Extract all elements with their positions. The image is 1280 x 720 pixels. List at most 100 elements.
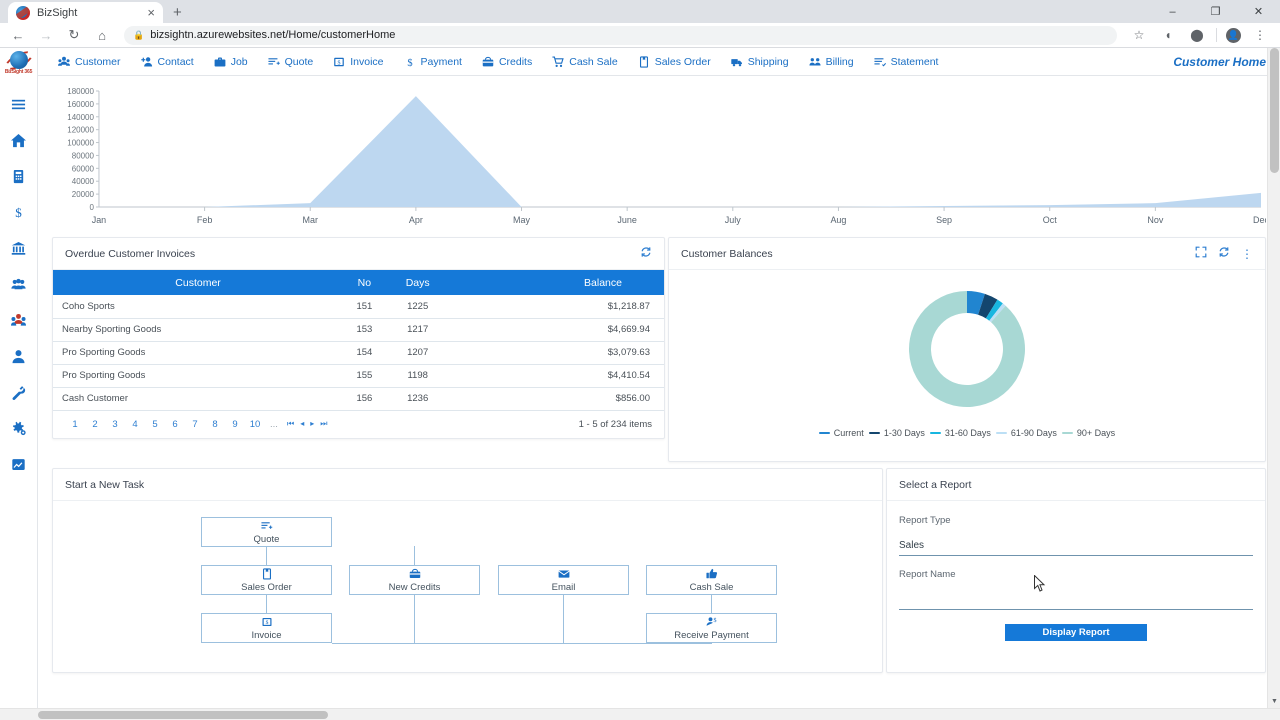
page-link[interactable]: 7 (185, 419, 205, 430)
tab-close-icon[interactable]: × (147, 6, 155, 19)
shield-icon[interactable]: ⬤ (1187, 25, 1207, 45)
refresh-icon[interactable] (640, 245, 652, 263)
page-link[interactable]: 2 (85, 419, 105, 430)
expand-icon[interactable] (1195, 245, 1207, 263)
new-tab-button[interactable]: + (173, 5, 182, 20)
nav-item-credits[interactable]: Credits (472, 56, 542, 68)
back-icon[interactable]: ← (8, 25, 28, 45)
table-row[interactable]: Coho Sports 151 1225 $1,218.87 (53, 295, 664, 319)
sidebar-item-banking[interactable] (0, 230, 38, 266)
chart-x-tick-label: Jan (92, 215, 106, 225)
sidebar-item-finance[interactable]: $ (0, 194, 38, 230)
sidebar-item-settings[interactable] (0, 410, 38, 446)
page-link[interactable]: 8 (205, 419, 225, 430)
browser-tab[interactable]: BizSight × (8, 2, 163, 23)
column-header-days[interactable]: Days (385, 270, 450, 295)
page-link[interactable]: 9 (225, 419, 245, 430)
task-node-invoice[interactable]: $ Invoice (201, 613, 332, 643)
sidebar-item-menu-toggle[interactable] (0, 86, 38, 122)
page-link[interactable]: 1 (65, 419, 85, 430)
sidebar-item-customers[interactable] (0, 302, 38, 338)
display-report-button[interactable]: Display Report (1005, 624, 1147, 641)
app-logo[interactable]: BizSight 365 (2, 47, 36, 79)
kebab-menu-icon[interactable]: ⋮ (1241, 248, 1253, 260)
home-icon[interactable]: ⌂ (92, 25, 112, 45)
task-node-new-credits[interactable]: New Credits (349, 565, 480, 595)
url-input[interactable]: 🔒 bizsightn.azurewebsites.net/Home/custo… (124, 25, 1117, 45)
nav-item-quote[interactable]: Quote (258, 56, 324, 68)
page-numbers: 1 2 3 4 5 6 7 8 9 10... ⏮ ◂ ▸ ⏭ (65, 419, 579, 430)
page-vertical-scrollbar[interactable]: ▲ ▼ (1267, 48, 1280, 720)
chart-y-axis-labels: 180000 160000 140000 120000 100000 80000 60000… (67, 87, 99, 212)
page-first-button[interactable]: ⏮ (287, 419, 294, 429)
page-prev-button[interactable]: ◂ (300, 419, 304, 429)
donut-slice[interactable] (909, 291, 1025, 407)
nav-item-contact[interactable]: Contact (131, 56, 204, 68)
bottom-panels-row: Start a New Task Quote Sales Order $ Inv… (52, 468, 1266, 673)
reload-icon[interactable]: ↻ (64, 25, 84, 45)
nav-item-shipping[interactable]: Shipping (721, 56, 799, 68)
sidebar-item-contacts[interactable] (0, 266, 38, 302)
sidebar-item-tools[interactable] (0, 374, 38, 410)
horizontal-scroll-thumb[interactable] (38, 711, 328, 719)
maximize-button[interactable]: ❐ (1194, 0, 1237, 23)
legend-item[interactable]: 1-30 Days (868, 428, 925, 438)
task-node-cash-sale[interactable]: Cash Sale (646, 565, 777, 595)
task-node-sales-order[interactable]: Sales Order (201, 565, 332, 595)
truck-icon (731, 58, 742, 66)
report-type-field: Report Type (899, 515, 1253, 556)
select-report-card: Select a Report Report Type Report Name … (886, 468, 1266, 673)
page-link[interactable]: 6 (165, 419, 185, 430)
report-type-input[interactable] (899, 540, 1253, 556)
sidebar-item-user[interactable] (0, 338, 38, 374)
close-window-button[interactable]: ✕ (1237, 0, 1280, 23)
nav-item-cash-sale[interactable]: Cash Sale (542, 56, 627, 68)
nav-item-payment[interactable]: $ Payment (394, 56, 472, 68)
extension-icon[interactable]: ◖ (1158, 25, 1178, 45)
column-header-no[interactable]: No (343, 270, 386, 295)
card-header: Overdue Customer Invoices (53, 238, 664, 270)
task-node-email[interactable]: Email (498, 565, 629, 595)
column-header-balance[interactable]: Balance (449, 270, 664, 295)
legend-item[interactable]: 90+ Days (1061, 428, 1115, 438)
browser-menu-icon[interactable]: ⋮ (1250, 25, 1270, 45)
sidebar-item-home[interactable] (0, 122, 38, 158)
column-header-customer[interactable]: Customer (53, 270, 344, 295)
refresh-icon[interactable] (1218, 245, 1230, 263)
page-link[interactable]: 4 (125, 419, 145, 430)
sidebar-item-company[interactable] (0, 158, 38, 194)
card-title: Overdue Customer Invoices (65, 247, 196, 260)
table-row[interactable]: Pro Sporting Goods 154 1207 $3,079.63 (53, 341, 664, 365)
nav-item-invoice[interactable]: $ Invoice (323, 56, 393, 68)
page-horizontal-scrollbar[interactable] (0, 708, 1280, 720)
profile-avatar-icon[interactable]: 👤 (1226, 27, 1241, 43)
page-link[interactable]: 3 (105, 419, 125, 430)
page-next-button[interactable]: ▸ (310, 419, 314, 429)
legend-item[interactable]: Current (818, 428, 864, 438)
page-last-button[interactable]: ⏭ (320, 419, 327, 429)
cell-days: 1207 (385, 341, 450, 365)
nav-item-customer[interactable]: Customer (48, 56, 131, 68)
sidebar-item-reports[interactable] (0, 446, 38, 482)
nav-item-sales-order[interactable]: Sales Order (628, 56, 721, 68)
forward-icon[interactable]: → (36, 25, 56, 45)
task-node-receive-payment[interactable]: $ Receive Payment (646, 613, 777, 643)
nav-item-statement[interactable]: Statement (864, 56, 949, 68)
table-row[interactable]: Nearby Sporting Goods 153 1217 $4,669.94 (53, 318, 664, 342)
card-title: Start a New Task (65, 478, 145, 491)
table-row[interactable]: Pro Sporting Goods 155 1198 $4,410.54 (53, 364, 664, 388)
minimize-button[interactable]: – (1151, 0, 1194, 23)
nav-item-billing[interactable]: Billing (799, 56, 864, 68)
legend-item[interactable]: 61-90 Days (995, 428, 1057, 438)
cell-customer: Pro Sporting Goods (53, 364, 344, 388)
scroll-down-arrow-icon[interactable]: ▼ (1268, 695, 1280, 708)
task-node-quote[interactable]: Quote (201, 517, 332, 547)
report-name-input[interactable] (899, 594, 1253, 610)
page-link[interactable]: 5 (145, 419, 165, 430)
vertical-scroll-thumb[interactable] (1270, 48, 1279, 173)
legend-item[interactable]: 31-60 Days (929, 428, 991, 438)
nav-item-job[interactable]: Job (204, 56, 258, 68)
bookmark-star-icon[interactable]: ☆ (1129, 25, 1149, 45)
table-row[interactable]: Cash Customer 156 1236 $856.00 (53, 387, 664, 411)
page-link[interactable]: 10 (245, 419, 265, 430)
